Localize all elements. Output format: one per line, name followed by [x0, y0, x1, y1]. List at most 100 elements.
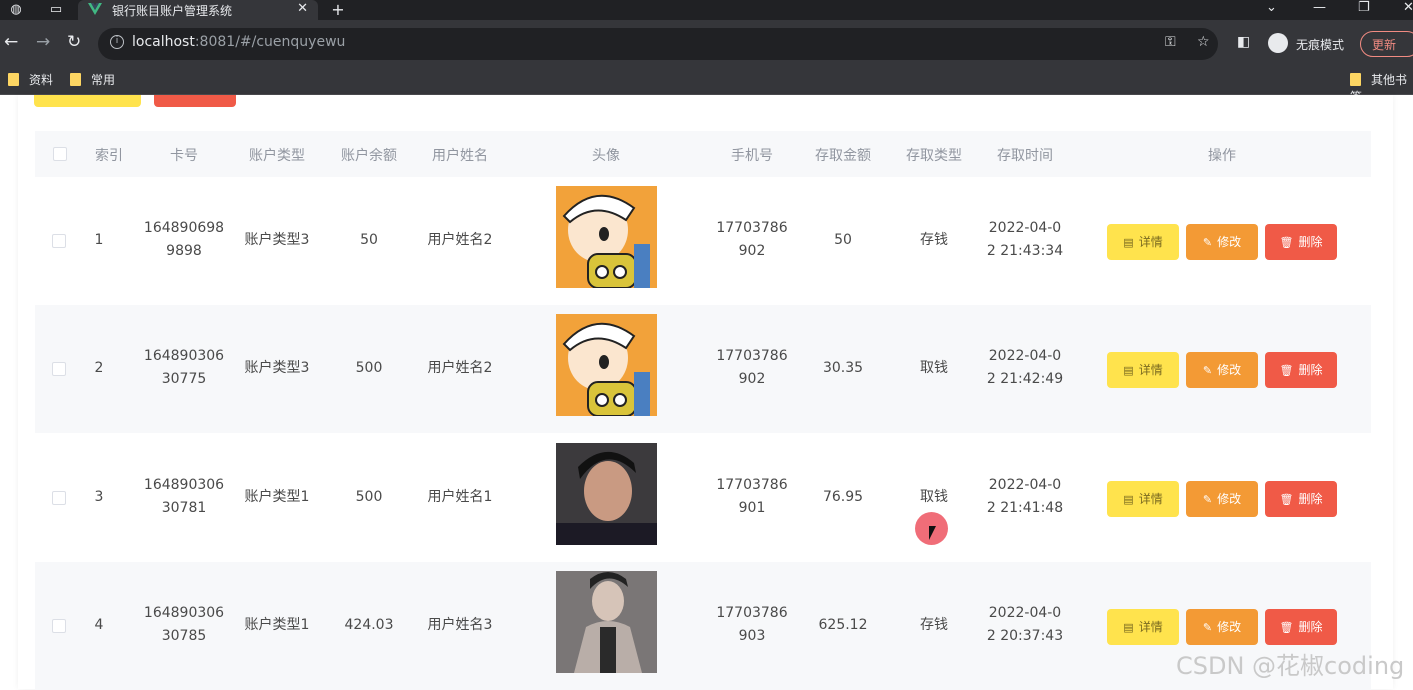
chevron-down-icon[interactable]: ⌄ — [1266, 0, 1277, 15]
card-number-line2: 30781 — [161, 500, 207, 516]
header-account-type: 账户类型 — [249, 148, 305, 164]
time-line1: 2022-04-0 — [988, 605, 1062, 621]
bookmark-folder-1[interactable]: 资料 — [8, 71, 53, 88]
detail-button[interactable]: ▤ 详情 — [1107, 352, 1179, 388]
batch-delete-button[interactable] — [154, 95, 236, 107]
incognito-icon — [1268, 33, 1288, 53]
bookmark-folder-2[interactable]: 常用 — [70, 71, 115, 88]
time-line2: 2 20:37:43 — [986, 628, 1064, 644]
select-all-checkbox[interactable] — [53, 147, 67, 161]
document-icon: ▤ — [1123, 364, 1134, 377]
back-icon[interactable]: ← — [4, 32, 18, 52]
trash-icon: 🗑 — [1279, 364, 1294, 377]
account-type: 账户类型1 — [244, 489, 310, 505]
phone-number: 17703786 902 — [716, 345, 787, 391]
sidebar-icon[interactable]: ◧ — [1237, 34, 1250, 50]
mouse-cursor-icon — [929, 526, 936, 540]
time-line1: 2022-04-0 — [988, 220, 1062, 236]
user-name: 用户姓名2 — [427, 232, 493, 248]
delete-button[interactable]: 🗑 删除 — [1265, 609, 1337, 645]
address-bar[interactable]: i localhost:8081/#/cuenquyewu — [98, 28, 1218, 60]
operation-type: 取钱 — [920, 489, 948, 505]
operation-type: 存钱 — [920, 617, 948, 633]
forward-icon[interactable]: → — [36, 32, 50, 52]
header-op-type: 存取类型 — [906, 148, 962, 164]
close-tab-icon[interactable]: ✕ — [297, 1, 308, 16]
globe-icon[interactable]: ◍ — [8, 2, 24, 18]
edit-button[interactable]: ✎ 修改 — [1186, 481, 1258, 517]
edit-button[interactable]: ✎ 修改 — [1186, 609, 1258, 645]
header-name: 用户姓名 — [432, 148, 488, 164]
row-index: 4 — [94, 617, 104, 633]
detail-button[interactable]: ▤ 详情 — [1107, 609, 1179, 645]
edit-icon: ✎ — [1202, 621, 1213, 634]
card-number-line2: 30775 — [161, 371, 207, 387]
delete-label: 删除 — [1298, 492, 1323, 506]
row-checkbox[interactable] — [52, 362, 66, 376]
header-index: 索引 — [95, 148, 123, 164]
document-icon: ▤ — [1123, 493, 1134, 506]
table-row: 1 164890698 9898 账户类型3 50 用户姓名2 17703786 902 50 存… — [35, 177, 1371, 305]
card-number: 164890306 30785 — [144, 602, 224, 648]
minimize-icon[interactable]: — — [1313, 0, 1326, 15]
phone-line1: 17703786 — [716, 220, 788, 236]
avatar — [556, 443, 657, 545]
url-host: localhost — [132, 34, 195, 50]
edit-icon: ✎ — [1202, 493, 1213, 506]
edit-label: 修改 — [1217, 235, 1242, 249]
key-icon[interactable]: ⚿ — [1165, 34, 1176, 50]
url-text[interactable]: localhost:8081/#/cuenquyewu — [132, 34, 345, 50]
info-icon[interactable]: i — [110, 35, 124, 49]
avatar — [556, 571, 657, 673]
vue-logo-icon — [88, 3, 102, 15]
delete-button[interactable]: 🗑 删除 — [1265, 352, 1337, 388]
header-phone: 手机号 — [731, 148, 773, 164]
phone-line1: 17703786 — [716, 477, 788, 493]
close-window-icon[interactable]: ✕ — [1403, 0, 1413, 15]
edit-label: 修改 — [1217, 620, 1242, 634]
table-row: 3 164890306 30781 账户类型1 500 用户姓名1 17703786 901 7… — [35, 434, 1371, 562]
header-balance: 账户余额 — [341, 148, 397, 164]
bookmark-label: 常用 — [91, 73, 116, 87]
header-amount: 存取金额 — [815, 148, 871, 164]
new-tab-icon[interactable]: + — [330, 2, 346, 18]
table-header: 索引 卡号 账户类型 账户余额 用户姓名 头像 手机号 存取金额 存取类型 存取… — [35, 131, 1371, 177]
card-number: 164890698 9898 — [144, 217, 224, 263]
edit-icon: ✎ — [1202, 236, 1213, 249]
edit-button[interactable]: ✎ 修改 — [1186, 224, 1258, 260]
header-time: 存取时间 — [997, 148, 1053, 164]
card-number: 164890306 30775 — [144, 345, 224, 391]
detail-label: 详情 — [1138, 492, 1163, 506]
star-icon[interactable]: ☆ — [1197, 34, 1210, 50]
delete-button[interactable]: 🗑 删除 — [1265, 224, 1337, 260]
update-button[interactable]: 更新 — [1360, 31, 1413, 57]
folder-icon — [1350, 73, 1361, 86]
browser-tab[interactable]: 银行账目账户管理系统 ✕ — [78, 0, 318, 20]
time-line1: 2022-04-0 — [988, 348, 1062, 364]
card-number: 164890306 30781 — [144, 474, 224, 520]
user-name: 用户姓名2 — [427, 360, 493, 376]
account-type: 账户类型1 — [244, 617, 310, 633]
delete-label: 删除 — [1298, 235, 1323, 249]
trash-icon: 🗑 — [1279, 236, 1294, 249]
amount: 50 — [834, 232, 852, 248]
row-index: 2 — [94, 360, 104, 376]
add-button[interactable] — [34, 95, 141, 107]
operation-time: 2022-04-0 2 20:37:43 — [987, 602, 1063, 648]
table-row: 2 164890306 30775 账户类型3 500 用户姓名2 17703786 902 3… — [35, 305, 1371, 433]
amount: 76.95 — [822, 489, 864, 505]
reload-icon[interactable]: ↻ — [67, 32, 81, 52]
window-icon[interactable]: ▭ — [48, 2, 64, 18]
delete-button[interactable]: 🗑 删除 — [1265, 481, 1337, 517]
operation-time: 2022-04-0 2 21:41:48 — [987, 474, 1063, 520]
row-checkbox[interactable] — [52, 619, 66, 633]
restore-icon[interactable]: ❐ — [1358, 0, 1370, 15]
avatar — [556, 314, 657, 416]
detail-button[interactable]: ▤ 详情 — [1107, 224, 1179, 260]
row-checkbox[interactable] — [52, 234, 66, 248]
edit-button[interactable]: ✎ 修改 — [1186, 352, 1258, 388]
row-checkbox[interactable] — [52, 491, 66, 505]
detail-button[interactable]: ▤ 详情 — [1107, 481, 1179, 517]
balance: 424.03 — [344, 617, 394, 633]
table-row: 4 164890306 30785 账户类型1 424.03 用户姓名3 17703786 9… — [35, 562, 1371, 690]
